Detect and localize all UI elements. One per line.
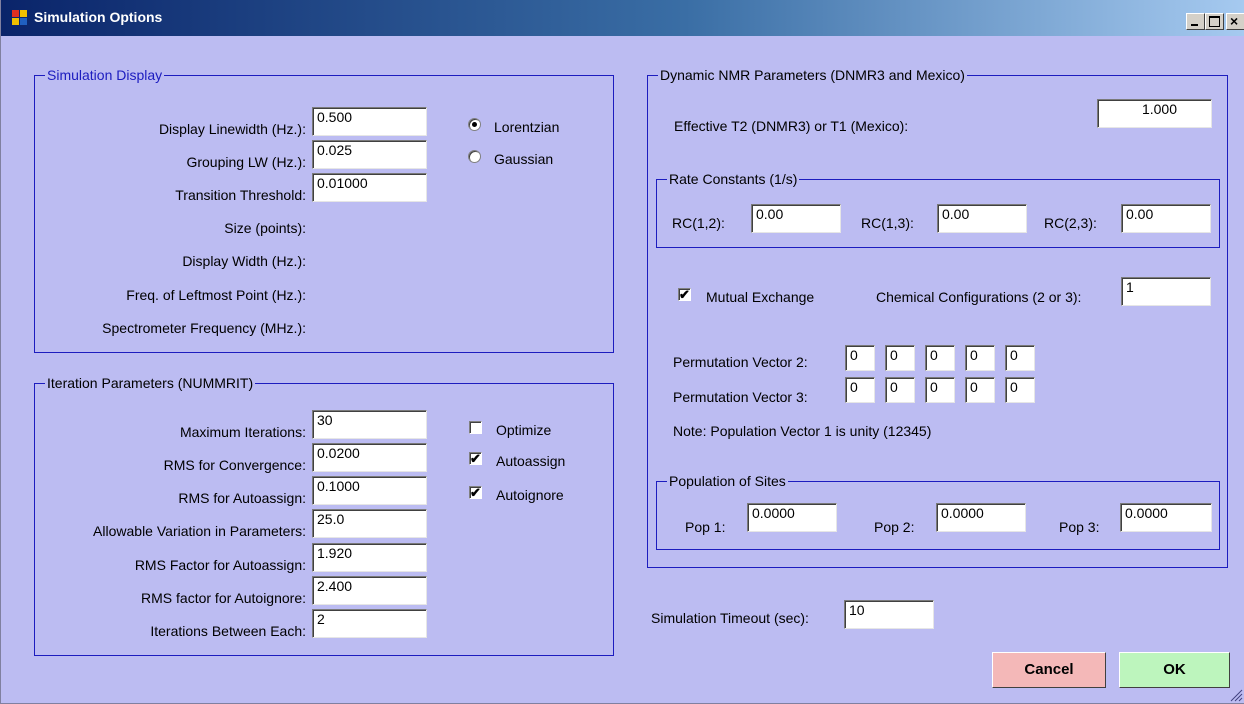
- rc12-input[interactable]: 0.00: [751, 204, 841, 233]
- perm-vector-3-input-4[interactable]: 0: [965, 377, 995, 403]
- close-button[interactable]: ×: [1226, 13, 1244, 30]
- simulation-options-window: Simulation Options × Simulation Display …: [0, 0, 1244, 704]
- resize-grip-icon[interactable]: [1229, 688, 1243, 702]
- perm-vector-2-label: Permutation Vector 2:: [673, 354, 808, 370]
- iterations-between-label: Iterations Between Each:: [150, 623, 306, 639]
- optimize-label[interactable]: Optimize: [496, 422, 551, 438]
- perm-vector-2-input-1[interactable]: 0: [845, 345, 875, 371]
- pop3-label: Pop 3:: [1059, 519, 1100, 535]
- rms-factor-autoignore-label: RMS factor for Autoignore:: [141, 590, 306, 606]
- checkmark-icon: ✔: [470, 485, 481, 500]
- perm-vector-2-input-5[interactable]: 0: [1005, 345, 1035, 371]
- rms-convergence-label: RMS for Convergence:: [163, 457, 306, 473]
- simulation-timeout-label: Simulation Timeout (sec):: [651, 610, 809, 626]
- checkmark-icon: ✔: [470, 451, 481, 466]
- effective-t2-input[interactable]: 1.000: [1097, 99, 1212, 128]
- display-linewidth-input[interactable]: 0.500: [312, 107, 427, 136]
- pop1-input[interactable]: 0.0000: [747, 503, 837, 532]
- mutual-exchange-checkbox[interactable]: ✔: [678, 288, 691, 301]
- optimize-checkbox[interactable]: [469, 421, 482, 434]
- perm-vector-2-input-4[interactable]: 0: [965, 345, 995, 371]
- spectrometer-frequency-label: Spectrometer Frequency (MHz.):: [102, 320, 306, 336]
- rc23-input[interactable]: 0.00: [1121, 204, 1211, 233]
- perm-vector-3-label: Permutation Vector 3:: [673, 389, 808, 405]
- rms-factor-autoassign-input[interactable]: 1.920: [312, 543, 427, 572]
- rate-constants-title: Rate Constants (1/s): [667, 171, 800, 187]
- perm-vector-3-input-3[interactable]: 0: [925, 377, 955, 403]
- simulation-display-title: Simulation Display: [45, 67, 165, 83]
- rms-autoassign-input[interactable]: 0.1000: [312, 476, 427, 505]
- chem-configs-label: Chemical Configurations (2 or 3):: [876, 289, 1082, 305]
- iterations-between-input[interactable]: 2: [312, 609, 427, 638]
- perm-vector-3-input-1[interactable]: 0: [845, 377, 875, 403]
- window-title: Simulation Options: [34, 9, 163, 25]
- perm-vector-2-input-2[interactable]: 0: [885, 345, 915, 371]
- lorentzian-label[interactable]: Lorentzian: [494, 119, 559, 135]
- pop1-label: Pop 1:: [685, 519, 726, 535]
- size-points-label: Size (points):: [224, 220, 306, 236]
- allowable-variation-label: Allowable Variation in Parameters:: [93, 523, 306, 539]
- rms-convergence-input[interactable]: 0.0200: [312, 443, 427, 472]
- max-iterations-label: Maximum Iterations:: [179, 424, 306, 440]
- effective-t2-label: Effective T2 (DNMR3) or T1 (Mexico):: [674, 118, 909, 134]
- autoignore-label[interactable]: Autoignore: [496, 487, 564, 503]
- allowable-variation-input[interactable]: 25.0: [312, 509, 427, 538]
- dynamic-nmr-title: Dynamic NMR Parameters (DNMR3 and Mexico…: [658, 67, 967, 83]
- population-note: Note: Population Vector 1 is unity (1234…: [673, 423, 932, 439]
- transition-threshold-label: Transition Threshold:: [175, 187, 306, 203]
- transition-threshold-input[interactable]: 0.01000: [312, 173, 427, 202]
- cancel-button[interactable]: Cancel: [992, 652, 1106, 688]
- mutual-exchange-label[interactable]: Mutual Exchange: [706, 289, 814, 305]
- gaussian-radio[interactable]: [468, 150, 481, 163]
- checkmark-icon: ✔: [679, 287, 690, 302]
- rc23-label: RC(2,3):: [1044, 215, 1097, 231]
- iteration-parameters-title: Iteration Parameters (NUMMRIT): [45, 375, 256, 391]
- rc13-input[interactable]: 0.00: [937, 204, 1027, 233]
- minimize-button[interactable]: [1186, 13, 1205, 30]
- ok-button[interactable]: OK: [1119, 652, 1230, 688]
- grouping-lw-label: Grouping LW (Hz.):: [186, 154, 306, 170]
- lorentzian-radio[interactable]: [468, 118, 481, 131]
- grouping-lw-input[interactable]: 0.025: [312, 140, 427, 169]
- chem-configs-input[interactable]: 1: [1121, 277, 1211, 306]
- title-bar[interactable]: Simulation Options ×: [1, 0, 1244, 36]
- perm-vector-3-input-5[interactable]: 0: [1005, 377, 1035, 403]
- display-width-label: Display Width (Hz.):: [182, 253, 306, 269]
- max-iterations-input[interactable]: 30: [312, 410, 427, 439]
- minimize-icon: [1191, 24, 1198, 26]
- rms-factor-autoassign-label: RMS Factor for Autoassign:: [134, 557, 306, 573]
- display-linewidth-label: Display Linewidth (Hz.):: [158, 121, 306, 137]
- rc12-label: RC(1,2):: [672, 215, 725, 231]
- population-sites-title: Population of Sites: [667, 473, 788, 489]
- freq-leftmost-label: Freq. of Leftmost Point (Hz.):: [126, 287, 306, 303]
- simulation-timeout-input[interactable]: 10: [844, 600, 934, 629]
- rms-autoassign-label: RMS for Autoassign:: [178, 490, 306, 506]
- gaussian-label[interactable]: Gaussian: [494, 151, 553, 167]
- pop2-label: Pop 2:: [874, 519, 915, 535]
- pop2-input[interactable]: 0.0000: [936, 503, 1026, 532]
- perm-vector-3-input-2[interactable]: 0: [885, 377, 915, 403]
- rms-factor-autoignore-input[interactable]: 2.400: [312, 576, 427, 605]
- maximize-button[interactable]: [1205, 13, 1224, 30]
- maximize-icon: [1209, 16, 1220, 27]
- autoassign-label[interactable]: Autoassign: [496, 453, 565, 469]
- app-icon[interactable]: [12, 10, 28, 26]
- autoignore-checkbox[interactable]: ✔: [469, 486, 482, 499]
- perm-vector-2-input-3[interactable]: 0: [925, 345, 955, 371]
- autoassign-checkbox[interactable]: ✔: [469, 452, 482, 465]
- pop3-input[interactable]: 0.0000: [1120, 503, 1212, 532]
- rc13-label: RC(1,3):: [861, 215, 914, 231]
- close-icon: ×: [1230, 13, 1239, 29]
